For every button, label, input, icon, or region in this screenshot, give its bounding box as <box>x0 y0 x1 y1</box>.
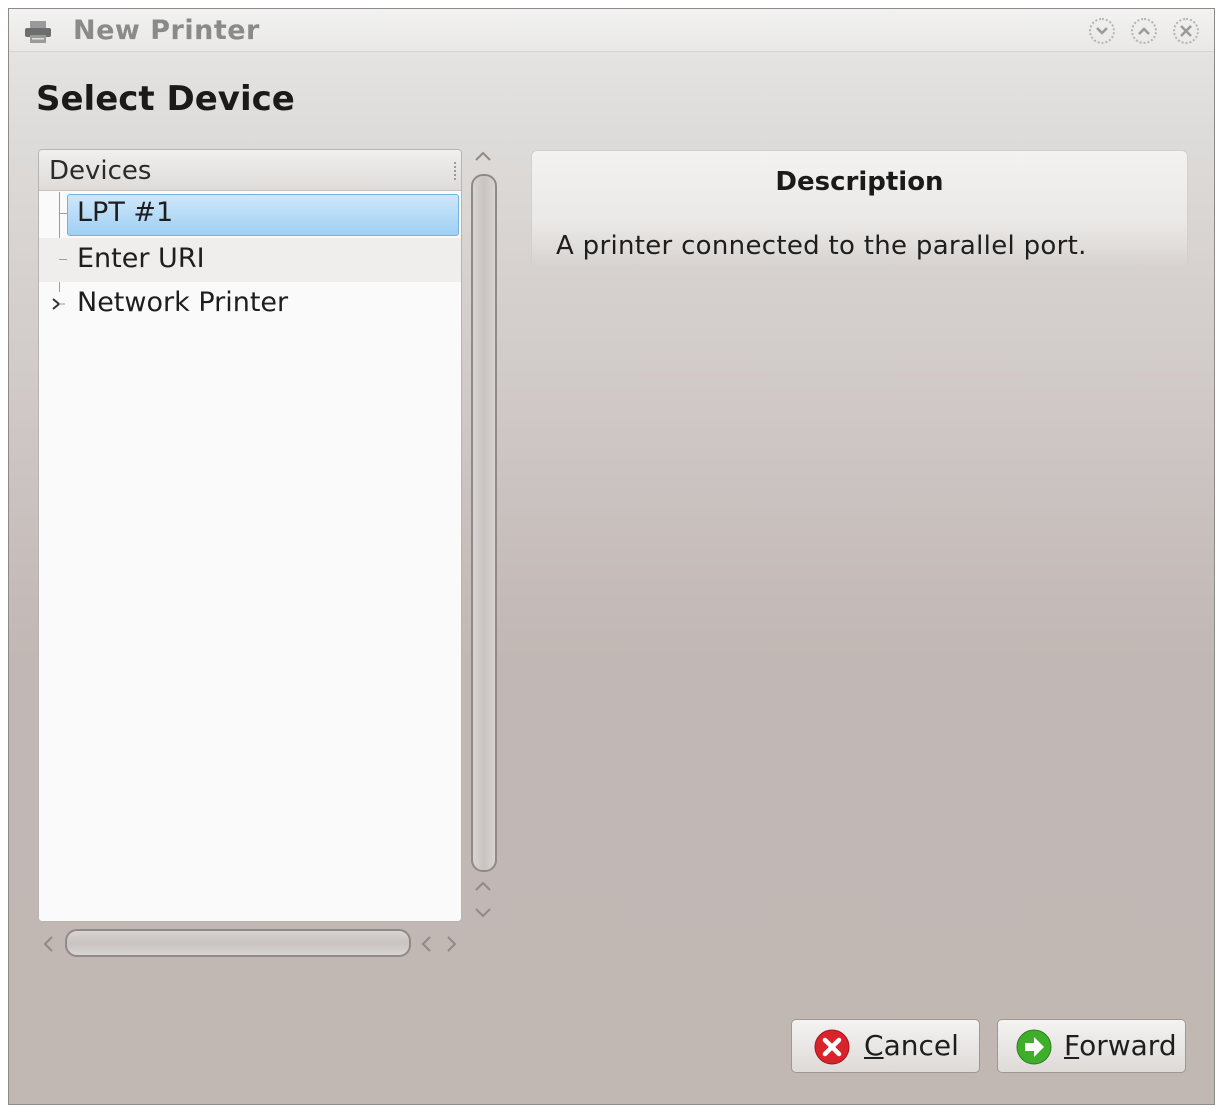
maximize-button[interactable] <box>1131 18 1157 44</box>
minimize-button[interactable] <box>1089 18 1115 44</box>
cancel-label: Cancel <box>864 1029 959 1062</box>
title-bar[interactable]: New Printer <box>9 9 1214 52</box>
tree-branch-line <box>59 259 67 260</box>
scroll-left-arrow-icon[interactable] <box>39 932 59 956</box>
expand-arrow-icon[interactable] <box>49 296 65 312</box>
cancel-icon <box>814 1029 850 1065</box>
scroll-up-arrow-icon[interactable] <box>472 147 494 167</box>
page-title: Select Device <box>36 79 295 119</box>
scroll-up-arrow-icon[interactable] <box>472 877 494 897</box>
new-printer-window: New Printer Select Device Devices LPT #1… <box>8 8 1215 1105</box>
scroll-down-arrow-icon[interactable] <box>472 902 494 922</box>
description-text: A printer connected to the parallel port… <box>556 231 1087 261</box>
window-title: New Printer <box>73 15 260 46</box>
scroll-left-arrow-icon[interactable] <box>417 932 437 956</box>
close-icon <box>1180 25 1192 37</box>
device-item-label: Network Printer <box>77 287 289 318</box>
devices-header-label: Devices <box>49 156 152 186</box>
forward-label: Forward <box>1064 1029 1177 1062</box>
description-title: Description <box>775 167 944 197</box>
device-item-lpt1[interactable]: LPT #1 <box>39 192 461 236</box>
devices-column-header[interactable]: Devices <box>39 150 461 191</box>
forward-arrow-icon <box>1016 1029 1052 1065</box>
description-panel: Description A printer connected to the p… <box>531 150 1188 266</box>
devices-tree[interactable]: Devices LPT #1 Enter URI Network Printer <box>38 149 462 922</box>
chevron-down-icon <box>1096 27 1108 35</box>
forward-mnemonic: F <box>1064 1029 1080 1062</box>
device-item-label: LPT #1 <box>77 197 174 228</box>
scroll-right-arrow-icon[interactable] <box>441 932 461 956</box>
device-item-network-printer[interactable]: Network Printer <box>39 282 461 326</box>
forward-button[interactable]: Forward <box>997 1019 1186 1073</box>
horizontal-scrollbar[interactable] <box>65 929 411 957</box>
forward-label-rest: orward <box>1079 1029 1177 1062</box>
close-button[interactable] <box>1173 18 1199 44</box>
vertical-scrollbar[interactable] <box>471 174 497 872</box>
chevron-up-icon <box>1138 27 1150 35</box>
cancel-label-rest: ancel <box>883 1029 959 1062</box>
device-item-label: Enter URI <box>77 243 205 274</box>
cancel-button[interactable]: Cancel <box>791 1019 980 1073</box>
printer-icon <box>23 19 53 45</box>
cancel-mnemonic: C <box>864 1029 884 1062</box>
device-item-enter-uri[interactable]: Enter URI <box>39 238 461 282</box>
column-resize-grip[interactable] <box>454 162 459 180</box>
tree-branch-line <box>59 213 67 214</box>
